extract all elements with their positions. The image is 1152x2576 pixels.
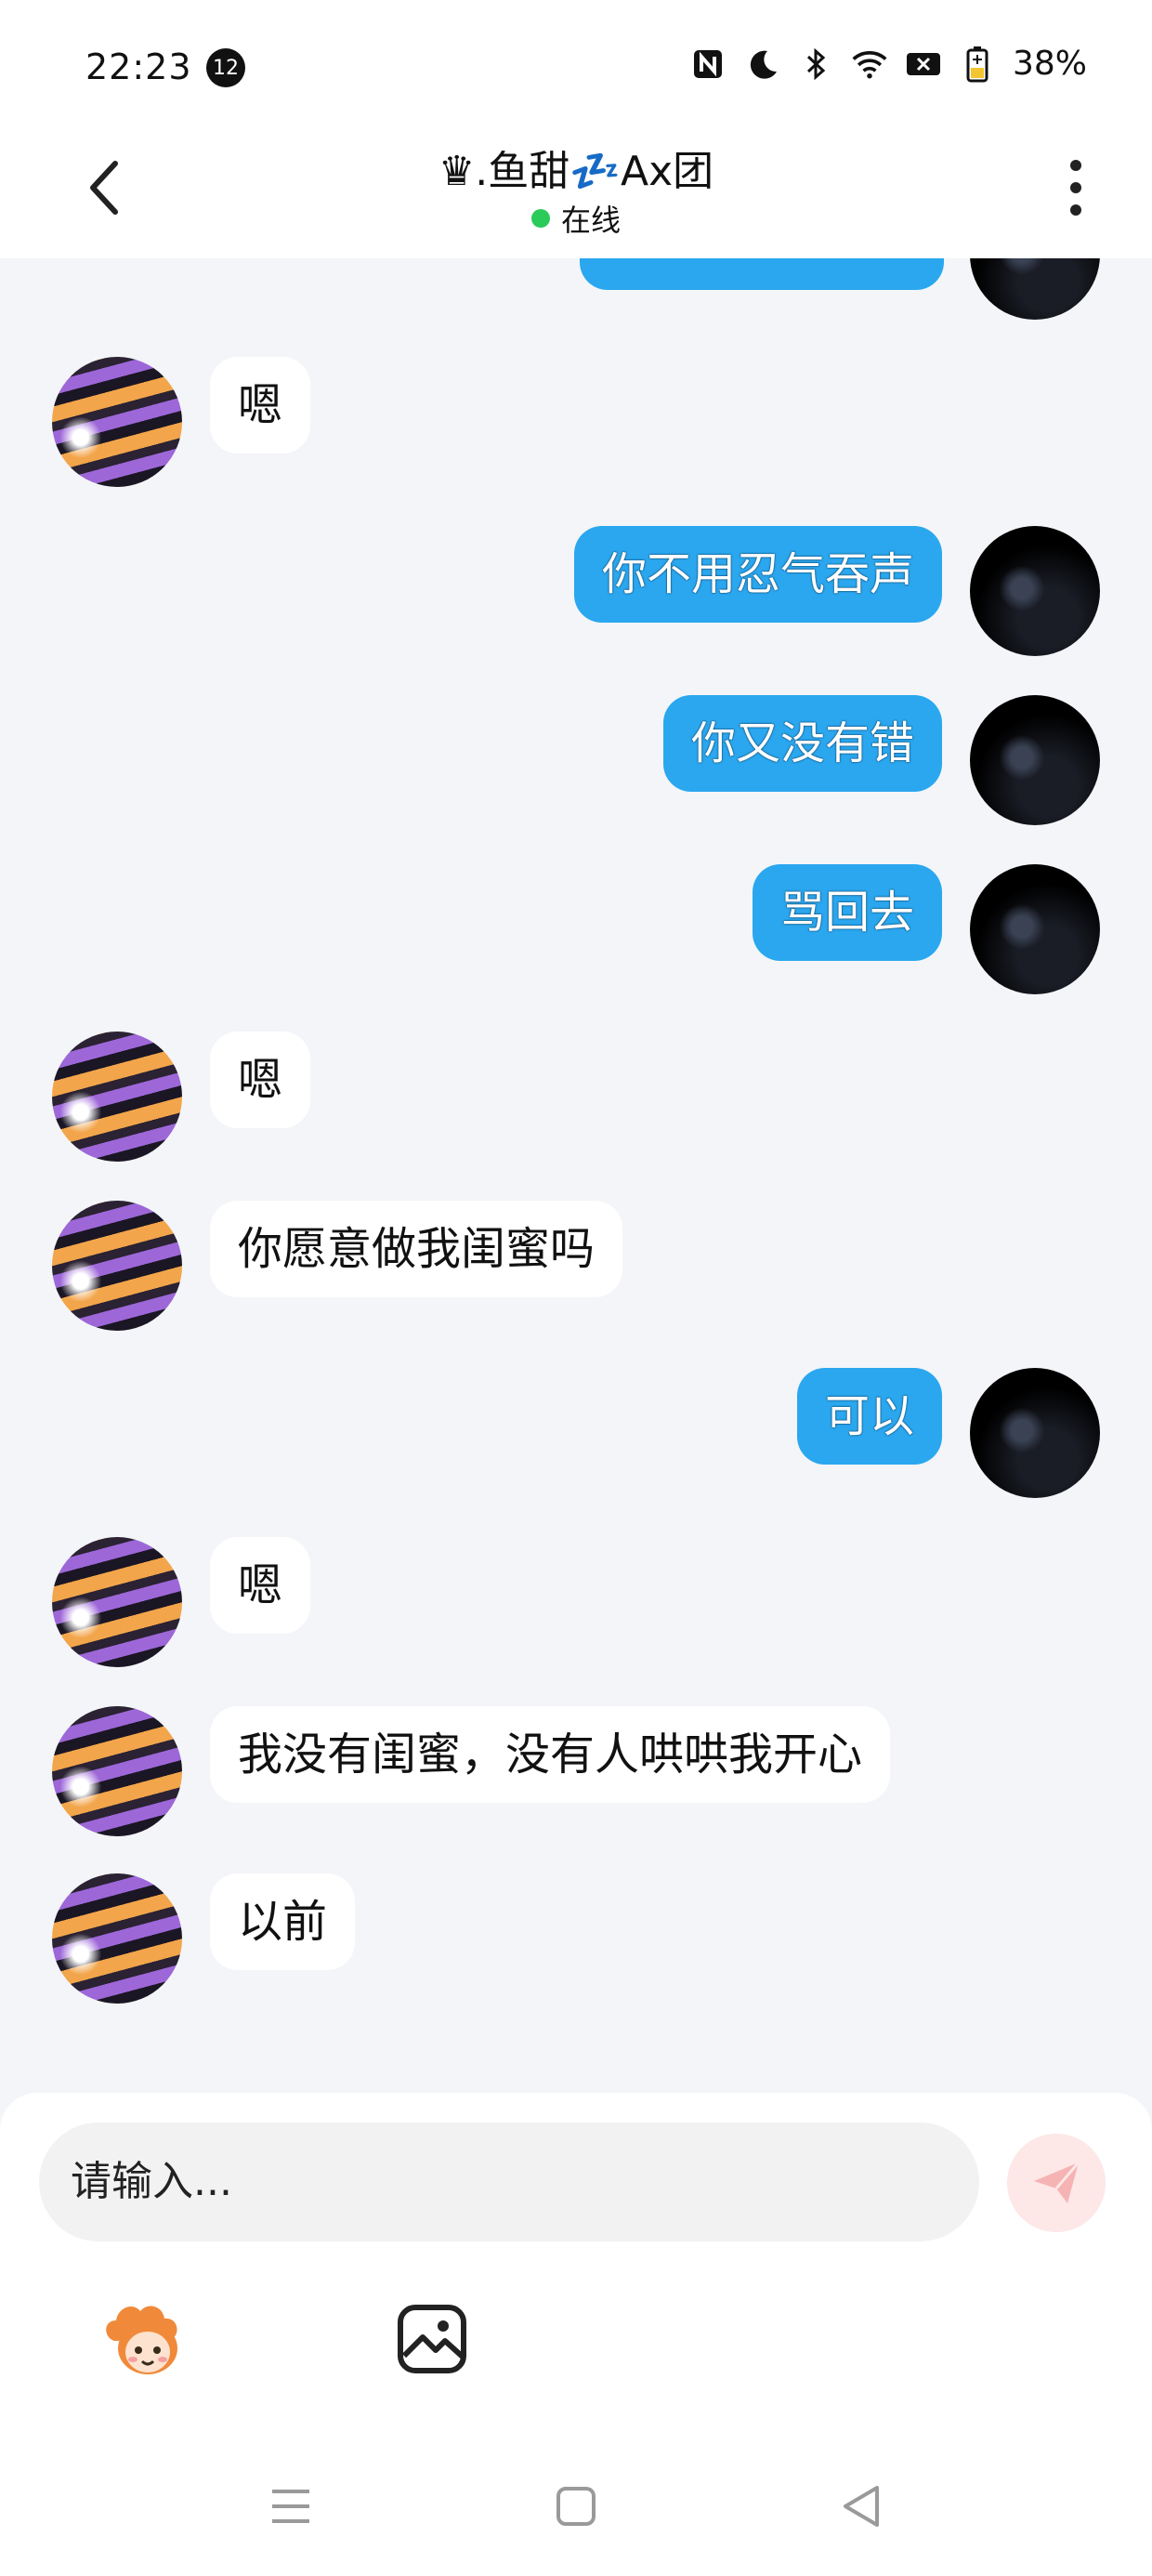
nav-menu-button[interactable] xyxy=(258,2474,323,2539)
emoji-button[interactable] xyxy=(97,2288,199,2390)
nav-back-button[interactable] xyxy=(829,2474,894,2539)
message-bubble-sent[interactable]: 可以 xyxy=(796,1368,942,1465)
contact-avatar[interactable] xyxy=(52,1032,182,1162)
message-bubble-received[interactable]: 我没有闺蜜，没有人哄哄我开心 xyxy=(210,1706,891,1803)
no-sim-icon xyxy=(905,46,942,83)
bluetooth-icon xyxy=(797,46,834,83)
status-bar: 22:23 12 38% xyxy=(0,0,1152,130)
send-button[interactable] xyxy=(1007,2134,1106,2232)
self-avatar[interactable] xyxy=(970,864,1100,994)
mascot-emoji-icon xyxy=(106,2306,177,2374)
battery-percent: 38% xyxy=(1012,45,1087,83)
more-options-button[interactable] xyxy=(1057,151,1094,225)
nfc-icon xyxy=(689,46,727,83)
more-dot xyxy=(1070,182,1081,193)
message-bubble-received[interactable]: 嗯 xyxy=(210,1537,311,1634)
message-bubble-received[interactable]: 嗯 xyxy=(210,1032,311,1128)
notification-count-badge: 12 xyxy=(206,48,245,87)
online-dot xyxy=(530,209,550,228)
message-bubble-received[interactable]: 你愿意做我闺蜜吗 xyxy=(210,1201,623,1297)
online-status-text: 在线 xyxy=(560,203,621,238)
chat-title: ♛.鱼甜💤Ax团 xyxy=(438,148,714,195)
square-home-icon xyxy=(556,2487,596,2526)
contact-avatar[interactable] xyxy=(52,1706,182,1836)
contact-avatar[interactable] xyxy=(52,357,182,487)
message-bubble-received[interactable]: 以前 xyxy=(210,1873,356,1970)
contact-avatar[interactable] xyxy=(52,1201,182,1331)
message-bubble-received[interactable]: 嗯 xyxy=(210,357,311,453)
self-avatar[interactable] xyxy=(970,695,1100,825)
message-bubble-sent[interactable]: 骂回去 xyxy=(752,864,942,961)
self-avatar[interactable] xyxy=(970,526,1100,656)
message-input-placeholder: 请输入... xyxy=(71,2158,232,2205)
chat-header-overlay: ♛.鱼甜💤Ax团 在线 xyxy=(0,130,1152,258)
send-icon xyxy=(1034,2162,1080,2203)
more-dot xyxy=(1070,204,1081,216)
message-input[interactable]: 请输入... xyxy=(39,2123,979,2241)
battery-icon xyxy=(959,46,996,83)
moon-icon xyxy=(743,46,780,83)
menu-icon xyxy=(272,2490,309,2523)
online-status: 在线 xyxy=(0,197,1152,240)
triangle-back-icon xyxy=(844,2486,879,2527)
nav-home-button[interactable] xyxy=(543,2474,609,2539)
wifi-icon xyxy=(851,46,888,83)
status-icons: 38% xyxy=(689,45,1087,83)
self-avatar[interactable] xyxy=(970,1368,1100,1498)
message-bubble-sent[interactable]: 你又没有错 xyxy=(662,695,942,792)
status-time: 22:23 xyxy=(85,46,192,87)
image-button[interactable] xyxy=(381,2288,483,2390)
contact-avatar[interactable] xyxy=(52,1873,182,2004)
message-bubble-sent[interactable]: 你不用忍气吞声 xyxy=(573,526,942,623)
image-icon xyxy=(398,2305,466,2373)
contact-avatar[interactable] xyxy=(52,1537,182,1667)
more-dot xyxy=(1070,160,1081,171)
